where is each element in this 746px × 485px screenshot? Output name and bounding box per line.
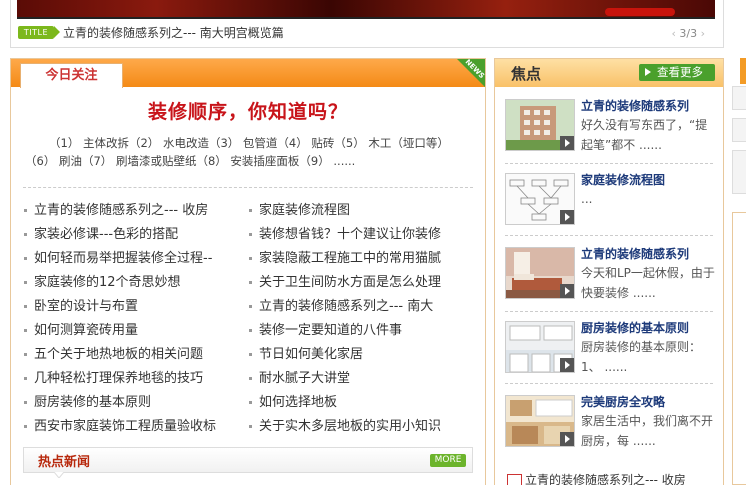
side-panel [732, 212, 746, 485]
focus-item-title[interactable]: 厨房装修的基本原则 [581, 319, 689, 336]
kitchen-thumbnail[interactable] [505, 321, 575, 373]
list-item[interactable]: 如何选择地板 [249, 393, 441, 417]
list-item[interactable]: 家装必修课---色彩的搭配 [24, 225, 216, 249]
focus-item-desc: 好久没有写东西了，“提起笔”都不 ...... [581, 118, 708, 152]
list-item[interactable]: 西安市家庭装饰工程质量验收标 [24, 417, 216, 441]
list-item[interactable]: 家庭装修流程图 [249, 201, 441, 225]
more-button[interactable]: MORE [430, 454, 466, 467]
focus-points-header: 焦点 查看更多 [495, 59, 723, 87]
focus-item-title[interactable]: 完美厨房全攻略 [581, 393, 665, 410]
list-item[interactable]: 立青的装修随感系列之--- 收房 [24, 201, 216, 225]
hot-news-header: 热点新闻 MORE [23, 447, 473, 478]
focus-header: 今日关注 NEWS [11, 59, 485, 88]
play-icon [560, 136, 574, 150]
divider [505, 311, 713, 312]
list-item[interactable]: 厨房装修的基本原则 [24, 393, 216, 417]
flowchart-thumbnail[interactable] [505, 173, 575, 225]
divider [23, 187, 473, 188]
list-item[interactable]: 立青的装修随感系列之--- 南大 [249, 297, 441, 321]
chevron-right-icon[interactable]: › [701, 27, 705, 40]
tab-today-focus[interactable]: 今日关注 [20, 63, 123, 88]
list-item[interactable]: 节日如何美化家居 [249, 345, 441, 369]
play-icon [560, 284, 574, 298]
play-icon [560, 210, 574, 224]
list-item[interactable]: 关于卫生间防水方面是怎么处理 [249, 273, 441, 297]
steps-line-2: （6） 刷油（7） 刷墙漆或贴壁纸（8） 安装插座面板（9） ...... [25, 154, 356, 168]
see-more-button[interactable]: 查看更多 [639, 64, 715, 81]
side-tab[interactable] [732, 118, 746, 142]
list-item[interactable]: 家庭装修的12个奇思妙想 [24, 273, 216, 297]
pager-text: 3/3 [679, 27, 698, 40]
focus-item[interactable]: 完美厨房全攻略 家居生活中，我们离不开厨房，每 ...... [505, 395, 717, 461]
list-item[interactable]: 五个关于地热地板的相关问题 [24, 345, 216, 369]
play-icon [560, 358, 574, 372]
building-thumbnail[interactable] [505, 99, 575, 151]
focus-item-desc: 今天和LP一起休假，由于快要装修 ...... [581, 266, 715, 300]
kitchen-thumbnail[interactable] [505, 395, 575, 447]
headline-link[interactable]: 装修顺序，你知道吗？ [11, 97, 485, 124]
caret-down-icon [54, 472, 64, 478]
panel-title: 焦点 [511, 65, 542, 83]
chevron-left-icon[interactable]: ‹ [671, 27, 675, 40]
list-item[interactable]: 装修一定要知道的八件事 [249, 321, 441, 345]
slide-pager: ‹ 3/3 › [671, 27, 705, 40]
focus-item-title[interactable]: 家庭装修流程图 [581, 171, 665, 188]
focus-item[interactable]: 家庭装修流程图 ... [505, 173, 717, 239]
bottom-article-link[interactable]: 立青的装修随感系列之--- 收房 [507, 471, 686, 485]
focus-item[interactable]: 厨房装修的基本原则 厨房装修的基本原则： 1、 ...... [505, 321, 717, 387]
banner-slideshow: TITLE 立青的装修随感系列之--- 南大明宫概览篇 ‹ 3/3 › [10, 0, 724, 48]
article-list-right: 家庭装修流程图 装修想省钱？十个建议让你装修 家装隐蔽工程施工中的常用猫腻 关于… [249, 201, 441, 441]
hot-news-title: 热点新闻 [38, 455, 91, 470]
title-tag: TITLE [18, 26, 60, 39]
divider [505, 163, 713, 164]
list-item[interactable]: 如何轻而易举把握装修全过程-- [24, 249, 216, 273]
focus-item[interactable]: 立青的装修随感系列 今天和LP一起休假，由于快要装修 ...... [505, 247, 717, 313]
banner-image[interactable] [17, 0, 715, 19]
play-icon [560, 432, 574, 446]
focus-points-panel: 焦点 查看更多 立青的装修随感系列 好久没有写东西了，“提起笔”都不 .....… [494, 58, 724, 485]
article-list-left: 立青的装修随感系列之--- 收房 家装必修课---色彩的搭配 如何轻而易举把握装… [24, 201, 216, 441]
side-tab[interactable] [732, 86, 746, 110]
list-item[interactable]: 装修想省钱？十个建议让你装修 [249, 225, 441, 249]
steps-summary: （1） 主体改拆（2） 水电改造（3） 包管道（4） 贴砖（5） 木工（垭口等）… [25, 134, 473, 170]
list-item[interactable]: 关于实木多层地板的实用小知识 [249, 417, 441, 441]
focus-item-desc: 厨房装修的基本原则： 1、 ...... [581, 340, 702, 374]
list-item[interactable]: 耐水腻子大讲堂 [249, 369, 441, 393]
side-accent [740, 58, 746, 84]
focus-item-title[interactable]: 立青的装修随感系列 [581, 245, 689, 262]
list-item[interactable]: 几种轻松打理保养地毯的技巧 [24, 369, 216, 393]
list-item[interactable]: 卧室的设计与布置 [24, 297, 216, 321]
list-item[interactable]: 家装隐蔽工程施工中的常用猫腻 [249, 249, 441, 273]
divider [505, 235, 713, 236]
divider [505, 383, 713, 384]
today-focus-panel: 今日关注 NEWS 装修顺序，你知道吗？ （1） 主体改拆（2） 水电改造（3）… [10, 58, 486, 485]
bedroom-thumbnail[interactable] [505, 247, 575, 299]
banner-caption-link[interactable]: 立青的装修随感系列之--- 南大明宫概览篇 [63, 24, 284, 41]
list-item[interactable]: 如何测算瓷砖用量 [24, 321, 216, 345]
focus-item-desc: 家居生活中，我们离不开厨房，每 ...... [581, 414, 714, 448]
focus-item[interactable]: 立青的装修随感系列 好久没有写东西了，“提起笔”都不 ...... [505, 99, 717, 165]
focus-item-title[interactable]: 立青的装修随感系列 [581, 97, 689, 114]
focus-item-desc: ... [581, 192, 593, 206]
side-tab[interactable] [732, 150, 746, 194]
steps-line-1: （1） 主体改拆（2） 水电改造（3） 包管道（4） 贴砖（5） 木工（垭口等） [49, 136, 449, 150]
